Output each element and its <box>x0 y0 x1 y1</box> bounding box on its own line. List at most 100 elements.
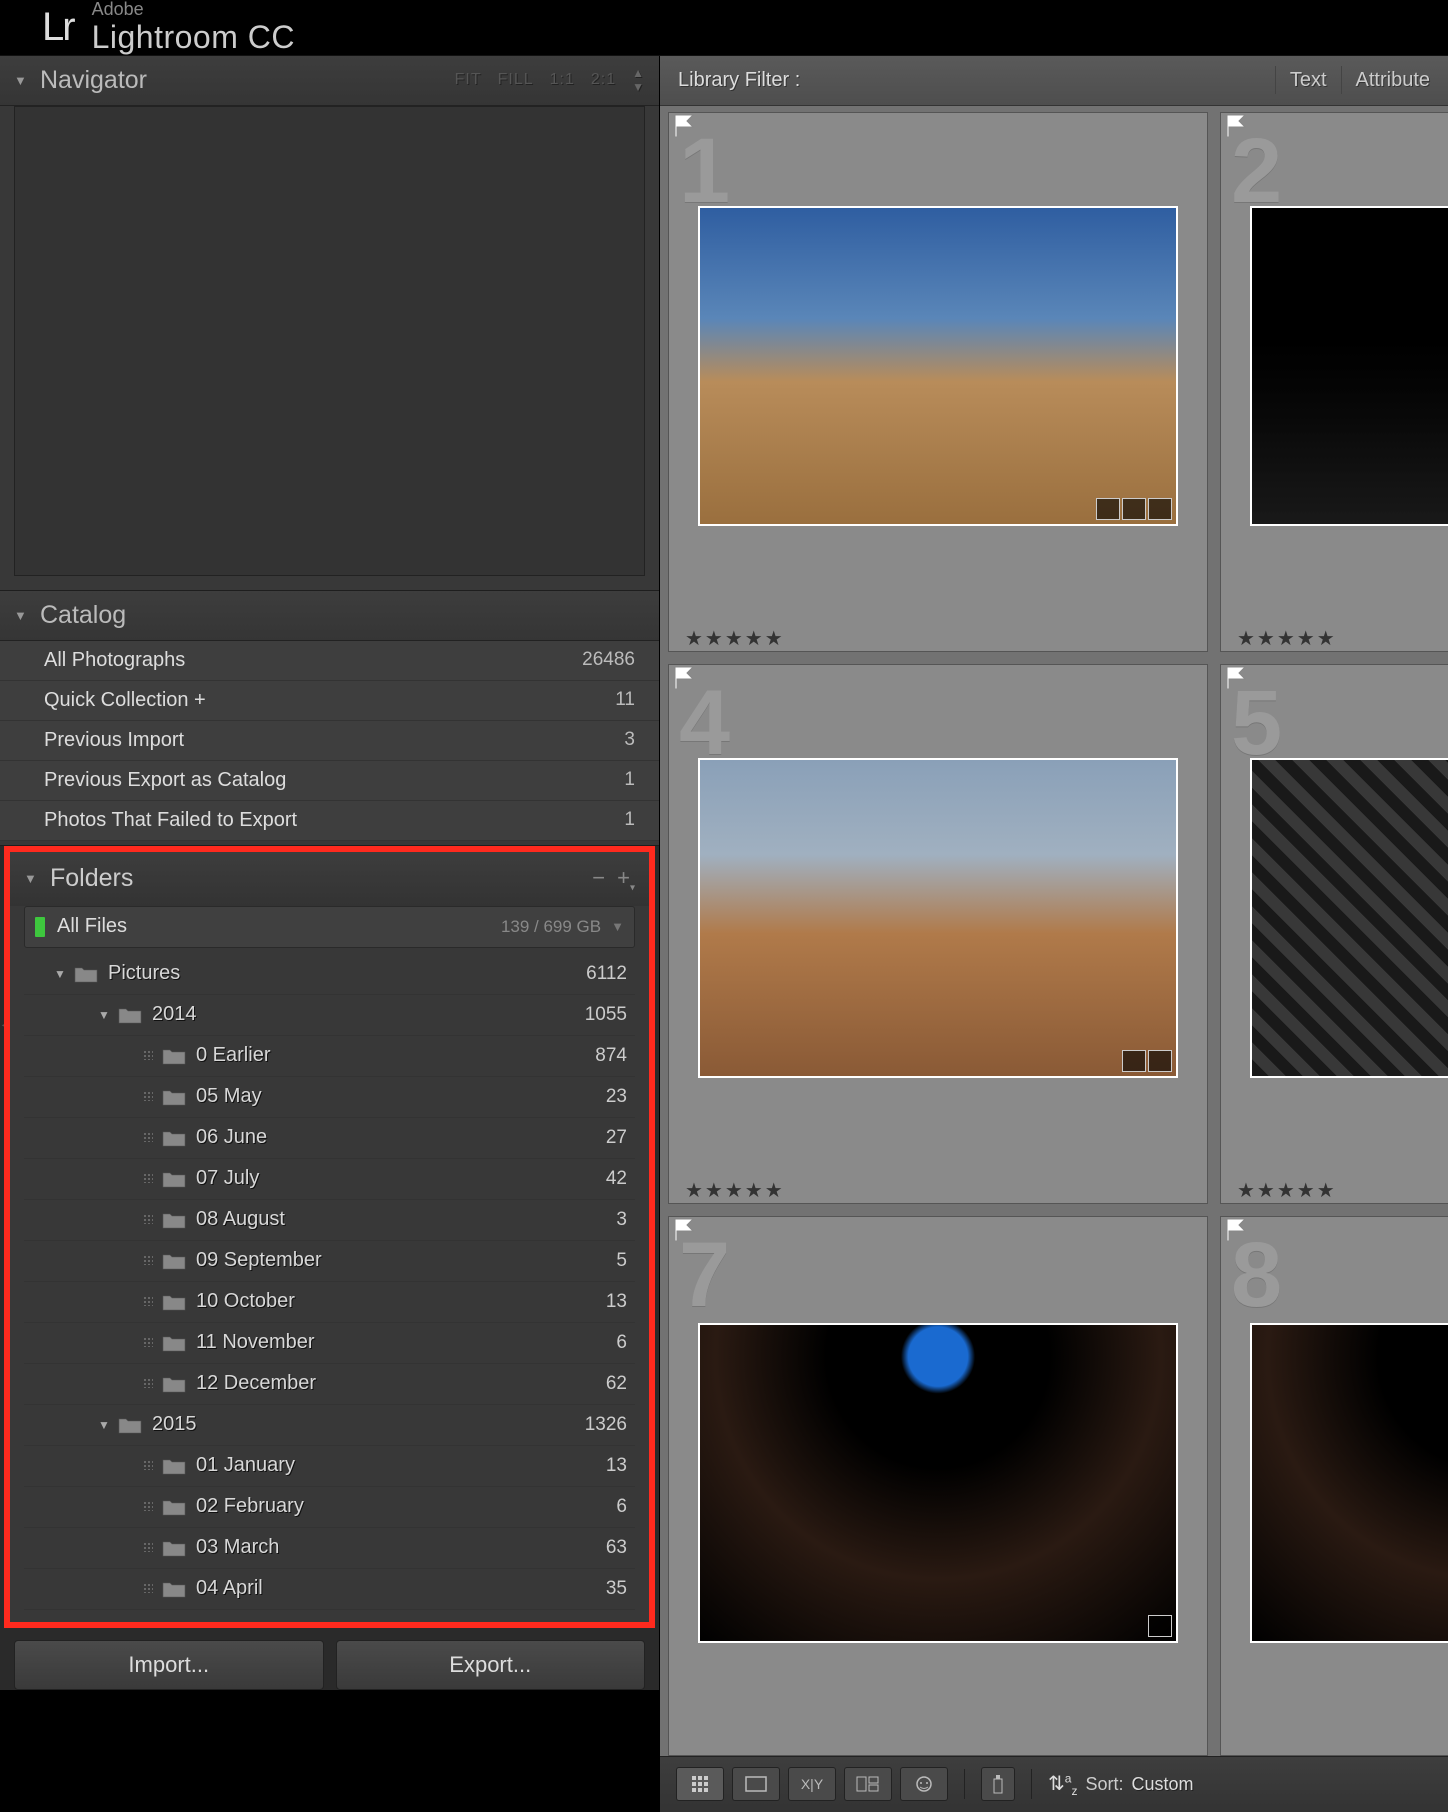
people-view-button[interactable] <box>900 1767 948 1801</box>
folder-label: 2015 <box>152 1413 585 1436</box>
leaf-icon <box>140 1254 156 1268</box>
catalog-item[interactable]: All Photographs 26486 <box>0 641 659 681</box>
grid-cell[interactable]: 1 ★★★★★ <box>668 112 1208 652</box>
disclosure-down-icon[interactable]: ▼ <box>52 967 68 981</box>
star-rating[interactable]: ★★★★★ <box>669 1172 1207 1203</box>
folder-row[interactable]: ▼ Pictures 6112 <box>24 954 635 995</box>
thumbnail[interactable] <box>1250 1323 1448 1643</box>
folders-title: Folders <box>50 864 592 893</box>
plus-icon[interactable]: +▾ <box>617 865 635 893</box>
volume-row[interactable]: All Files 139 / 699 GB ▼ <box>24 906 635 948</box>
leaf-icon <box>140 1213 156 1227</box>
nav-mode-stepper-icon[interactable]: ▲▼ <box>632 66 645 94</box>
nav-mode-1to1[interactable]: 1:1 <box>550 71 575 89</box>
folder-row[interactable]: 03 March 63 <box>24 1528 635 1569</box>
folder-label: 05 May <box>196 1085 606 1108</box>
sort-direction-icon[interactable]: ⇅az <box>1048 1771 1077 1798</box>
grid-cell[interactable]: 5 ★★★★★ <box>1220 664 1448 1204</box>
disclosure-down-icon[interactable]: ▼ <box>14 73 30 88</box>
navigator-title: Navigator <box>40 66 455 95</box>
leaf-icon <box>140 1377 156 1391</box>
folder-label: 03 March <box>196 1536 606 1559</box>
catalog-header[interactable]: ▼ Catalog <box>0 591 659 641</box>
leaf-icon <box>140 1582 156 1596</box>
folder-row[interactable]: 11 November 6 <box>24 1323 635 1364</box>
thumbnail[interactable] <box>1250 206 1448 526</box>
folder-count: 5 <box>616 1250 635 1272</box>
star-rating[interactable] <box>669 1749 1207 1755</box>
nav-mode-fill[interactable]: FILL <box>498 71 534 89</box>
folder-label: 10 October <box>196 1290 606 1313</box>
survey-view-button[interactable] <box>844 1767 892 1801</box>
thumb-badge-icon <box>1148 498 1172 520</box>
folder-count: 27 <box>606 1127 635 1149</box>
thumbnail[interactable] <box>698 1323 1178 1643</box>
compare-view-button[interactable]: X|Y <box>788 1767 836 1801</box>
folder-row[interactable]: 08 August 3 <box>24 1200 635 1241</box>
folder-row[interactable]: 09 September 5 <box>24 1241 635 1282</box>
folder-row[interactable]: 07 July 42 <box>24 1159 635 1200</box>
folder-row[interactable]: 01 January 13 <box>24 1446 635 1487</box>
filter-attribute[interactable]: Attribute <box>1356 69 1430 92</box>
disclosure-down-icon[interactable]: ▼ <box>14 608 30 623</box>
disclosure-down-icon[interactable]: ▼ <box>96 1418 112 1432</box>
catalog-item[interactable]: Previous Export as Catalog 1 <box>0 761 659 801</box>
catalog-item-count: 3 <box>624 729 635 751</box>
catalog-title: Catalog <box>40 601 645 630</box>
thumbnail[interactable] <box>1250 758 1448 1078</box>
grid-cell[interactable]: 7 <box>668 1216 1208 1756</box>
painter-button[interactable] <box>981 1767 1015 1801</box>
folder-row[interactable]: 10 October 13 <box>24 1282 635 1323</box>
folder-count: 3 <box>616 1209 635 1231</box>
loupe-view-button[interactable] <box>732 1767 780 1801</box>
folder-row[interactable]: 06 June 27 <box>24 1118 635 1159</box>
disclosure-down-icon[interactable]: ▼ <box>24 871 40 886</box>
nav-mode-2to1[interactable]: 2:1 <box>591 71 616 89</box>
leaf-icon <box>140 1541 156 1555</box>
sort-value[interactable]: Custom <box>1131 1774 1193 1795</box>
chevron-down-icon[interactable]: ▼ <box>611 919 624 934</box>
import-button[interactable]: Import... <box>14 1640 324 1690</box>
navigator-header[interactable]: ▼ Navigator FIT FILL 1:1 2:1 ▲▼ <box>0 56 659 106</box>
leaf-icon <box>140 1459 156 1473</box>
star-rating[interactable]: ★★★★★ <box>1221 1172 1448 1203</box>
folder-label: 09 September <box>196 1249 616 1272</box>
survey-icon <box>856 1776 880 1792</box>
folder-icon <box>162 1211 186 1229</box>
catalog-item-count: 1 <box>624 809 635 831</box>
navigator-preview[interactable] <box>14 106 645 576</box>
filter-text[interactable]: Text <box>1290 69 1327 92</box>
folder-row[interactable]: 12 December 62 <box>24 1364 635 1405</box>
catalog-item[interactable]: Quick Collection + 11 <box>0 681 659 721</box>
spray-can-icon <box>990 1773 1006 1795</box>
grid-cell[interactable]: 4 ★★★★★ <box>668 664 1208 1204</box>
leaf-icon <box>140 1049 156 1063</box>
grid-cell[interactable]: 2 ★★★★★ <box>1220 112 1448 652</box>
catalog-item[interactable]: Previous Import 3 <box>0 721 659 761</box>
thumbnail[interactable] <box>698 206 1178 526</box>
export-button[interactable]: Export... <box>336 1640 646 1690</box>
folder-label: 2014 <box>152 1003 585 1026</box>
nav-mode-fit[interactable]: FIT <box>455 71 482 89</box>
minus-icon[interactable]: − <box>592 865 605 893</box>
catalog-item[interactable]: Photos That Failed to Export 1 <box>0 801 659 841</box>
folder-icon <box>162 1375 186 1393</box>
star-rating[interactable]: ★★★★★ <box>669 620 1207 651</box>
folder-row[interactable]: 02 February 6 <box>24 1487 635 1528</box>
folder-icon <box>162 1580 186 1598</box>
grid-cell[interactable]: 8 <box>1220 1216 1448 1756</box>
grid-view-button[interactable] <box>676 1767 724 1801</box>
folder-row[interactable]: 04 April 35 <box>24 1569 635 1610</box>
folder-row[interactable]: 0 Earlier 874 <box>24 1036 635 1077</box>
folder-row[interactable]: 05 May 23 <box>24 1077 635 1118</box>
app-name: Lightroom CC <box>92 20 295 55</box>
folder-row[interactable]: ▼ 2014 1055 <box>24 995 635 1036</box>
thumbnail[interactable] <box>698 758 1178 1078</box>
star-rating[interactable] <box>1221 1749 1448 1755</box>
folder-row[interactable]: ▼ 2015 1326 <box>24 1405 635 1446</box>
folders-header[interactable]: ▼ Folders − +▾ <box>10 852 649 906</box>
star-rating[interactable]: ★★★★★ <box>1221 620 1448 651</box>
catalog-panel: ▼ Catalog All Photographs 26486Quick Col… <box>0 591 659 846</box>
thumb-badge-icon <box>1122 1050 1146 1072</box>
disclosure-down-icon[interactable]: ▼ <box>96 1008 112 1022</box>
